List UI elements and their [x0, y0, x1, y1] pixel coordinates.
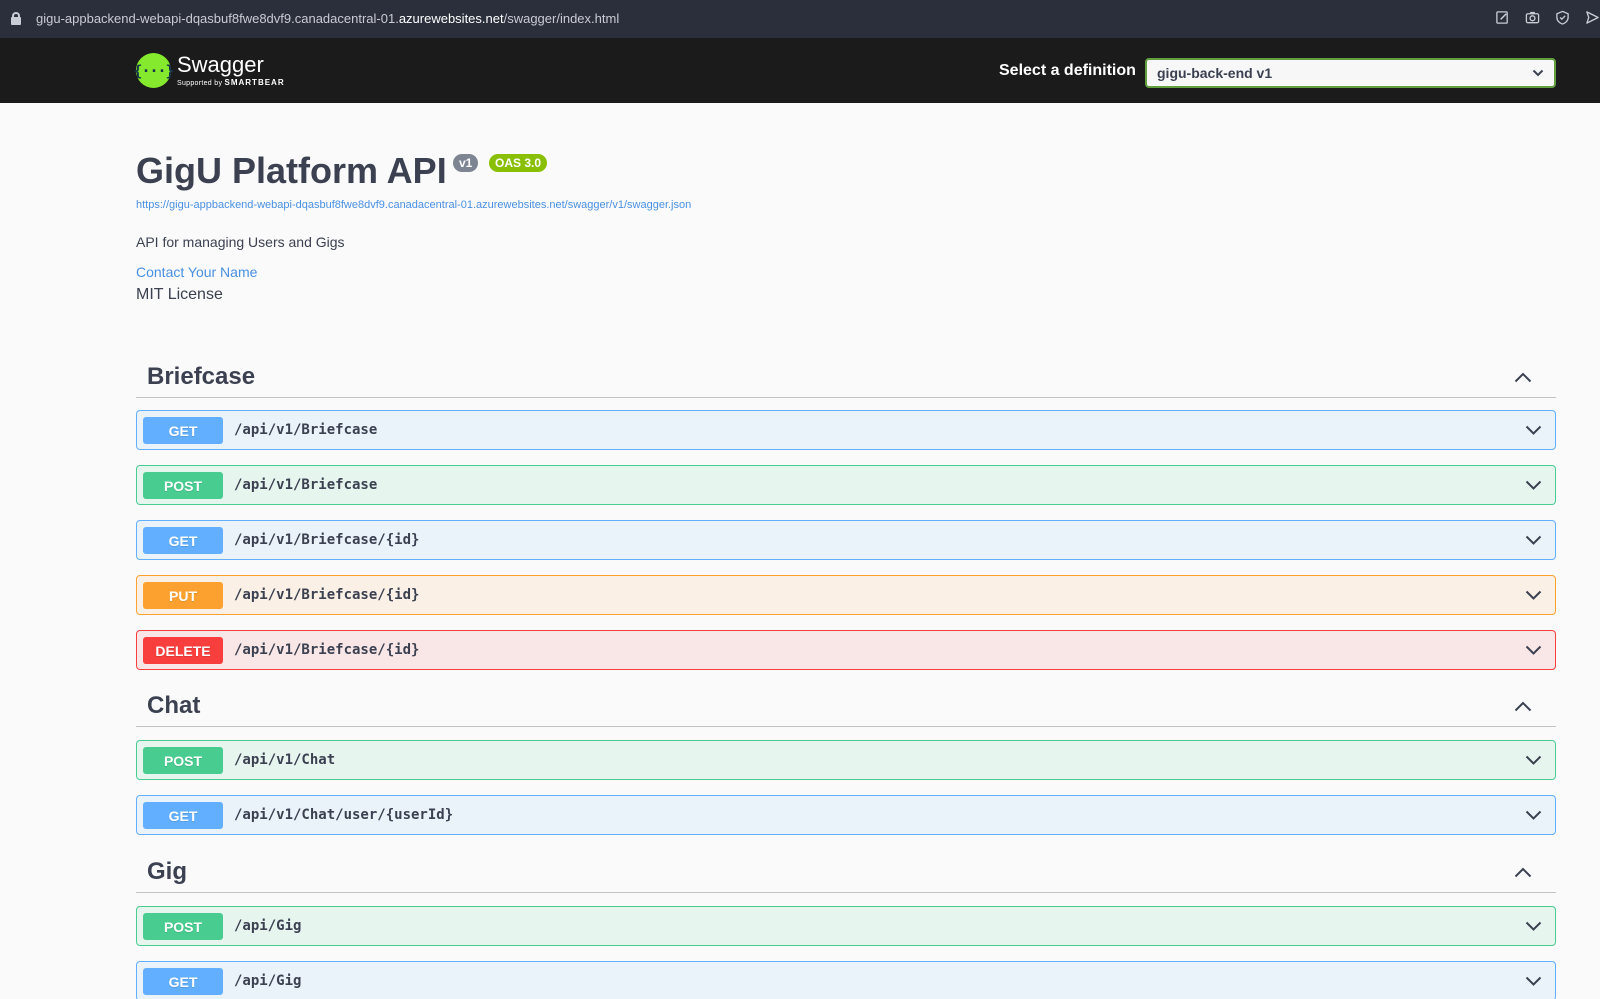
shield-icon[interactable] — [1555, 10, 1570, 25]
method-badge: POST — [143, 472, 223, 499]
swagger-logo[interactable]: {···} Swagger Supported by SMARTBEAR — [133, 52, 285, 88]
tag-section-gig: Gig POST /api/Gig GET /api/Gig — [136, 850, 1556, 999]
operation-row[interactable]: GET /api/v1/Chat/user/{userId} — [136, 795, 1556, 835]
operation-path: /api/v1/Briefcase/{id} — [234, 532, 420, 548]
operation-row[interactable]: POST /api/v1/Chat — [136, 740, 1556, 780]
method-badge: GET — [143, 417, 223, 444]
swagger-logo-icon: {···} — [133, 53, 175, 88]
method-badge: POST — [143, 747, 223, 774]
url-prefix: gigu-appbackend-webapi-dqasbuf8fwe8dvf9.… — [36, 11, 399, 26]
method-badge: PUT — [143, 582, 223, 609]
operation-row[interactable]: POST /api/Gig — [136, 906, 1556, 946]
method-badge: GET — [143, 968, 223, 995]
chevron-up-icon[interactable] — [1514, 867, 1532, 878]
contact-link[interactable]: Contact Your Name — [136, 264, 257, 280]
chevron-down-icon[interactable] — [1525, 921, 1542, 931]
definition-selected-value: gigu-back-end v1 — [1157, 65, 1273, 81]
page-title: GigU Platform API — [136, 150, 447, 191]
api-description: API for managing Users and Gigs — [136, 234, 345, 250]
chevron-down-icon[interactable] — [1525, 976, 1542, 986]
method-badge: POST — [143, 913, 223, 940]
version-badge: v1 — [453, 154, 479, 172]
logo-subtext: Supported by SMARTBEAR — [177, 78, 285, 87]
spec-json-link[interactable]: https://gigu-appbackend-webapi-dqasbuf8f… — [136, 199, 691, 211]
operation-path: /api/v1/Briefcase — [234, 422, 378, 438]
tag-name: Chat — [147, 692, 201, 719]
operation-row[interactable]: GET /api/Gig — [136, 961, 1556, 999]
operation-path: /api/v1/Briefcase/{id} — [234, 587, 420, 603]
operation-row[interactable]: POST /api/v1/Briefcase — [136, 465, 1556, 505]
tag-header-chat[interactable]: Chat — [136, 684, 1556, 727]
operation-row[interactable]: PUT /api/v1/Briefcase/{id} — [136, 575, 1556, 615]
operation-path: /api/v1/Chat — [234, 752, 336, 768]
operation-path: /api/v1/Briefcase/{id} — [234, 642, 420, 658]
operation-path: /api/v1/Chat/user/{userId} — [234, 807, 454, 823]
method-badge: GET — [143, 527, 223, 554]
chevron-up-icon[interactable] — [1514, 372, 1532, 383]
tag-section-chat: Chat POST /api/v1/Chat GET /api/v1/Chat/… — [136, 684, 1556, 835]
license-text: MIT License — [136, 286, 223, 303]
chevron-down-icon[interactable] — [1525, 480, 1542, 490]
operation-path: /api/Gig — [234, 918, 302, 934]
method-badge: DELETE — [143, 637, 223, 664]
definition-label: Select a definition — [999, 62, 1136, 79]
logo-text: Swagger — [177, 52, 264, 77]
method-badge: GET — [143, 802, 223, 829]
url-suffix: /swagger/index.html — [503, 11, 620, 26]
chevron-up-icon[interactable] — [1514, 701, 1532, 712]
tag-name: Briefcase — [147, 363, 256, 390]
tag-section-briefcase: Briefcase GET /api/v1/Briefcase POST /ap… — [136, 355, 1556, 670]
edit-icon[interactable] — [1495, 10, 1510, 25]
url-field[interactable]: gigu-appbackend-webapi-dqasbuf8fwe8dvf9.… — [36, 11, 619, 26]
operation-path: /api/Gig — [234, 973, 302, 989]
chevron-down-icon[interactable] — [1525, 645, 1542, 655]
definition-select[interactable]: gigu-back-end v1 — [1145, 58, 1556, 88]
operation-path: /api/v1/Briefcase — [234, 477, 378, 493]
operation-row[interactable]: GET /api/v1/Briefcase — [136, 410, 1556, 450]
chevron-down-icon[interactable] — [1525, 755, 1542, 765]
chevron-down-icon[interactable] — [1525, 590, 1542, 600]
url-domain: azurewebsites.net — [398, 11, 504, 26]
send-icon[interactable] — [1585, 10, 1600, 25]
chevron-down-icon[interactable] — [1525, 810, 1542, 820]
tag-name: Gig — [147, 858, 187, 885]
browser-address-bar: gigu-appbackend-webapi-dqasbuf8fwe8dvf9.… — [0, 0, 1600, 38]
camera-icon[interactable] — [1525, 10, 1540, 25]
chevron-down-icon[interactable] — [1525, 535, 1542, 545]
operation-row[interactable]: DELETE /api/v1/Briefcase/{id} — [136, 630, 1556, 670]
tag-header-gig[interactable]: Gig — [136, 850, 1556, 893]
chevron-down-icon[interactable] — [1525, 425, 1542, 435]
operation-row[interactable]: GET /api/v1/Briefcase/{id} — [136, 520, 1556, 560]
oas-badge: OAS 3.0 — [489, 154, 548, 172]
lock-icon — [11, 12, 21, 25]
chevron-down-icon — [1532, 69, 1544, 77]
tag-header-briefcase[interactable]: Briefcase — [136, 355, 1556, 398]
